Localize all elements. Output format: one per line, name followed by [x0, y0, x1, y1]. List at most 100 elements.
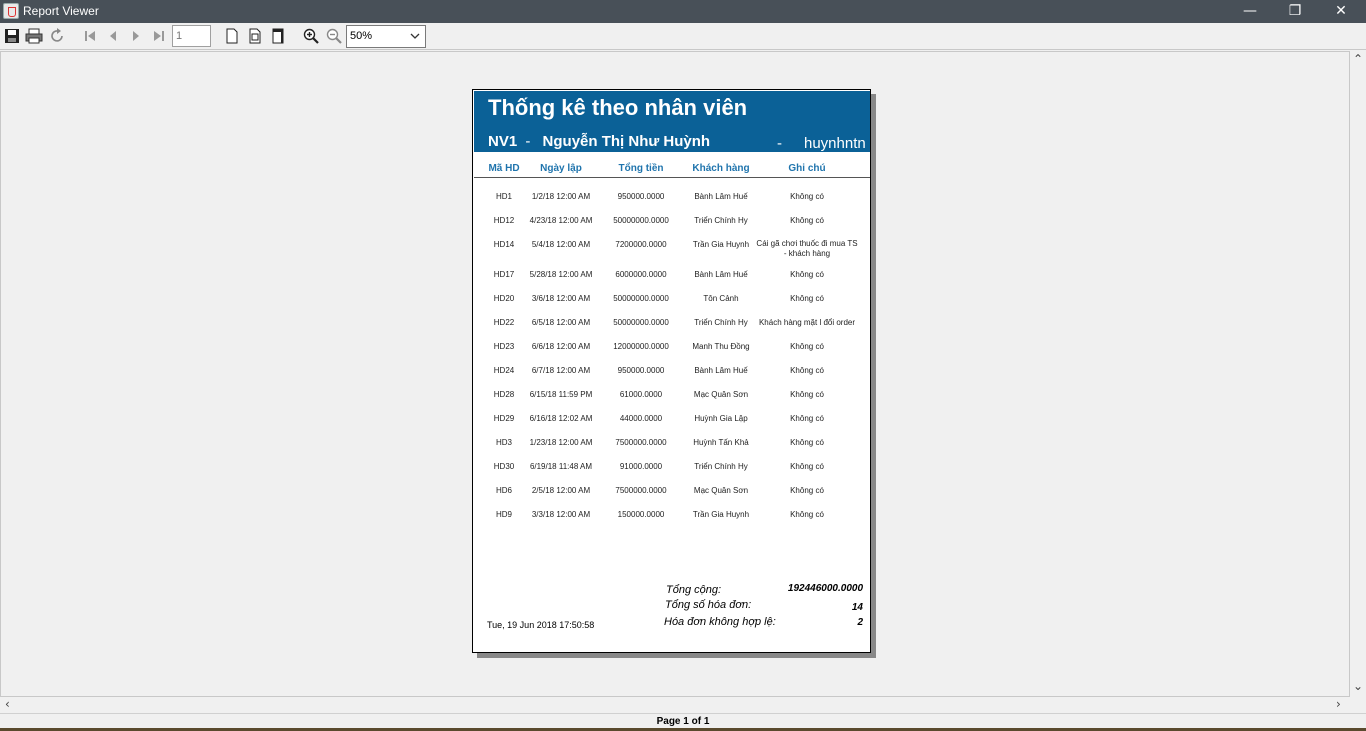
- cell-amount: 6000000.0000: [615, 270, 667, 279]
- chevron-down-icon: [410, 33, 420, 39]
- cell-date: 6/15/18 11:59 PM: [529, 390, 593, 399]
- column-header-invoice-id: Mã HD: [488, 163, 520, 174]
- scroll-down-icon[interactable]: ⌄: [1353, 679, 1363, 693]
- actual-size-button[interactable]: [221, 25, 243, 47]
- scroll-left-icon[interactable]: ‹: [5, 697, 10, 711]
- cell-invoice-id: HD20: [493, 294, 515, 303]
- cell-date: 1/2/18 12:00 AM: [531, 192, 591, 201]
- employee-line: NV1 - Nguyễn Thị Như Huỳnh: [488, 133, 710, 150]
- cell-invoice-id: HD6: [495, 486, 512, 495]
- zoom-in-button[interactable]: [300, 25, 322, 47]
- cell-date: 6/5/18 12:00 AM: [531, 318, 591, 327]
- cell-invoice-id: HD28: [493, 390, 515, 399]
- cell-note: Không có: [790, 294, 824, 303]
- cell-note: Không có: [790, 390, 824, 399]
- cell-invoice-id: HD1: [495, 192, 512, 201]
- cell-customer: Triển Chính Hy: [694, 462, 748, 471]
- cell-invoice-id: HD12: [493, 216, 515, 225]
- cell-note: Không có: [790, 438, 824, 447]
- cell-note: Không có: [790, 414, 824, 423]
- cell-customer: Trần Gia Huynh: [692, 240, 750, 249]
- printed-timestamp: Tue, 19 Jun 2018 17:50:58: [487, 620, 595, 630]
- cell-customer: Triển Chính Hy: [694, 318, 748, 327]
- close-button[interactable]: ✕: [1318, 0, 1364, 23]
- cell-customer: Huỳnh Gia Lập: [694, 414, 748, 423]
- fit-width-button[interactable]: [267, 25, 289, 47]
- zoom-out-button[interactable]: [323, 25, 345, 47]
- cell-note: Cái gã chơi thuốc đi mua TS - khách hàng: [756, 239, 858, 258]
- toolbar: 50%: [0, 23, 1366, 50]
- cell-note: Không có: [790, 192, 824, 201]
- cell-date: 3/6/18 12:00 AM: [531, 294, 591, 303]
- print-button[interactable]: [23, 25, 45, 47]
- cell-amount: 150000.0000: [617, 510, 665, 519]
- cell-customer: Huỳnh Tấn Khả: [693, 438, 749, 447]
- cell-amount: 91000.0000: [619, 462, 663, 471]
- summary-invalid-label: Hóa đơn không hợp lệ:: [664, 616, 776, 628]
- horizontal-scrollbar[interactable]: ‹ ›: [0, 697, 1350, 713]
- cell-invoice-id: HD30: [493, 462, 515, 471]
- header-divider: [474, 177, 870, 178]
- cell-invoice-id: HD24: [493, 366, 515, 375]
- maximize-button[interactable]: ❐: [1272, 0, 1318, 23]
- cell-amount: 44000.0000: [619, 414, 663, 423]
- cell-date: 6/6/18 12:00 AM: [531, 342, 591, 351]
- title-bar: Report Viewer — ❐ ✕: [0, 0, 1366, 23]
- cell-amount: 50000000.0000: [613, 318, 669, 327]
- cell-amount: 50000000.0000: [613, 216, 669, 225]
- cell-customer: Manh Thu Đồng: [692, 342, 750, 351]
- summary-total-label: Tổng cộng:: [666, 584, 722, 596]
- minimize-button[interactable]: —: [1227, 0, 1273, 23]
- next-page-button[interactable]: [125, 25, 147, 47]
- cell-customer: Bành Lâm Huế: [694, 192, 748, 201]
- cell-note: Không có: [790, 216, 824, 225]
- summary-count-label: Tổng số hóa đơn:: [665, 599, 752, 611]
- first-page-button[interactable]: [79, 25, 101, 47]
- cell-note: Không có: [790, 342, 824, 351]
- summary-total-value: 192446000.0000: [787, 583, 863, 594]
- column-header-date: Ngày lập: [540, 163, 582, 174]
- cell-customer: Tôn Cảnh: [703, 294, 739, 303]
- cell-date: 6/7/18 12:00 AM: [531, 366, 591, 375]
- cell-amount: 7500000.0000: [615, 486, 667, 495]
- cell-customer: Triển Chính Hy: [694, 216, 748, 225]
- reload-button[interactable]: [46, 25, 68, 47]
- page-number-input[interactable]: [172, 25, 211, 47]
- fit-page-button[interactable]: [244, 25, 266, 47]
- cell-date: 6/16/18 12:02 AM: [529, 414, 593, 423]
- cell-date: 1/23/18 12:00 AM: [529, 438, 593, 447]
- page-status: Page 1 of 1: [656, 716, 710, 727]
- fit-width-icon: [272, 28, 284, 44]
- summary-count-value: 14: [851, 602, 863, 613]
- cell-invoice-id: HD23: [493, 342, 515, 351]
- printer-icon: [25, 28, 43, 44]
- scroll-up-icon[interactable]: ⌃: [1353, 52, 1363, 66]
- zoom-select[interactable]: 50%: [346, 25, 426, 48]
- cell-date: 4/23/18 12:00 AM: [529, 216, 593, 225]
- save-button[interactable]: [1, 25, 23, 47]
- actual-size-icon: [226, 28, 238, 44]
- vertical-scrollbar[interactable]: ⌃ ⌄: [1350, 51, 1366, 697]
- employee-id: NV1: [488, 133, 518, 150]
- cell-invoice-id: HD22: [493, 318, 515, 327]
- zoom-in-icon: [303, 28, 319, 44]
- scroll-right-icon[interactable]: ›: [1336, 697, 1341, 711]
- previous-page-button[interactable]: [102, 25, 124, 47]
- column-header-customer: Khách hàng: [692, 163, 750, 174]
- last-page-button[interactable]: [148, 25, 170, 47]
- cell-note: Không có: [790, 366, 824, 375]
- cell-invoice-id: HD3: [495, 438, 512, 447]
- cell-amount: 950000.0000: [617, 192, 665, 201]
- cell-amount: 12000000.0000: [613, 342, 669, 351]
- cell-note: Không có: [790, 486, 824, 495]
- cell-note: Không có: [790, 510, 824, 519]
- cell-date: 5/28/18 12:00 AM: [529, 270, 593, 279]
- window-title: Report Viewer: [23, 4, 99, 18]
- report-page: Thống kê theo nhân viên NV1 - Nguyễn Thị…: [472, 89, 871, 653]
- report-title: Thống kê theo nhân viên: [488, 95, 748, 120]
- column-header-total: Tổng tiền: [618, 163, 664, 174]
- cell-date: 2/5/18 12:00 AM: [531, 486, 591, 495]
- cell-customer: Bành Lâm Huế: [694, 270, 748, 279]
- cell-note: Không có: [790, 270, 824, 279]
- cell-invoice-id: HD29: [493, 414, 515, 423]
